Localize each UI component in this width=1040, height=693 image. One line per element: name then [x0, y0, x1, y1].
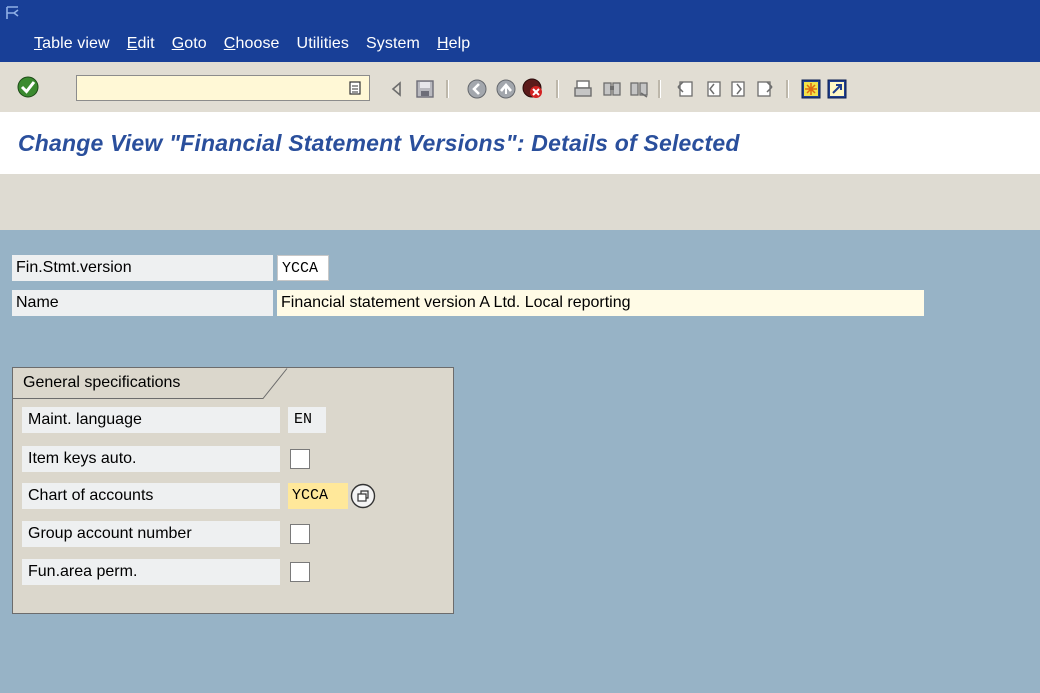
- toolbar-separator: [446, 80, 449, 98]
- enter-icon[interactable]: [17, 76, 39, 98]
- shortcut-icon[interactable]: [826, 78, 848, 100]
- previous-page-icon[interactable]: [702, 78, 724, 100]
- last-page-icon[interactable]: [754, 78, 776, 100]
- create-session-icon[interactable]: [800, 78, 822, 100]
- first-page-icon[interactable]: [674, 78, 696, 100]
- page-title: Change View "Financial Statement Version…: [18, 130, 740, 156]
- find-next-icon[interactable]: [628, 78, 650, 100]
- chart-of-accounts-value[interactable]: YCCA: [288, 483, 348, 509]
- toolbar-separator: [786, 80, 789, 98]
- name-field[interactable]: Financial statement version A Ltd. Local…: [277, 290, 924, 316]
- name-label: Name: [12, 290, 273, 316]
- find-icon[interactable]: [601, 78, 623, 100]
- maint-language-label: Maint. language: [22, 407, 280, 433]
- menu-choose[interactable]: Choose: [224, 35, 280, 53]
- toolbar-separator: [658, 80, 661, 98]
- fin-stmt-version-value[interactable]: YCCA: [277, 255, 329, 281]
- maint-language-value[interactable]: EN: [288, 407, 326, 433]
- application-toolbar: [0, 174, 1040, 230]
- chart-of-accounts-label: Chart of accounts: [22, 483, 280, 509]
- print-icon[interactable]: [572, 78, 594, 100]
- group-account-number-checkbox[interactable]: [290, 524, 310, 544]
- command-history-icon[interactable]: [349, 81, 361, 95]
- menu: Table view Edit Goto Choose Utilities Sy…: [34, 35, 487, 53]
- display-object-icon[interactable]: [350, 483, 376, 509]
- menu-bar: Table view Edit Goto Choose Utilities Sy…: [0, 0, 1040, 62]
- exit-icon[interactable]: [495, 78, 517, 100]
- menu-system[interactable]: System: [366, 35, 420, 53]
- menu-edit[interactable]: Edit: [127, 35, 155, 53]
- toolbar-separator: [556, 80, 559, 98]
- next-page-icon[interactable]: [728, 78, 750, 100]
- back-arrow-icon[interactable]: [386, 78, 408, 100]
- menu-utilities[interactable]: Utilities: [297, 35, 349, 53]
- command-field[interactable]: [76, 75, 370, 101]
- menu-goto[interactable]: Goto: [172, 35, 207, 53]
- back-icon[interactable]: [466, 78, 488, 100]
- menu-table-view[interactable]: Table view: [34, 35, 110, 53]
- menu-help[interactable]: Help: [437, 35, 470, 53]
- group-tab-outline: [13, 368, 288, 399]
- fun-area-perm-checkbox[interactable]: [290, 562, 310, 582]
- group-account-number-label: Group account number: [22, 521, 280, 547]
- fin-stmt-version-label: Fin.Stmt.version: [12, 255, 273, 281]
- item-keys-auto-checkbox[interactable]: [290, 449, 310, 469]
- item-keys-auto-label: Item keys auto.: [22, 446, 280, 472]
- fun-area-perm-label: Fun.area perm.: [22, 559, 280, 585]
- cancel-icon[interactable]: [522, 78, 544, 100]
- system-menu-icon[interactable]: [6, 6, 22, 20]
- save-icon[interactable]: [414, 78, 436, 100]
